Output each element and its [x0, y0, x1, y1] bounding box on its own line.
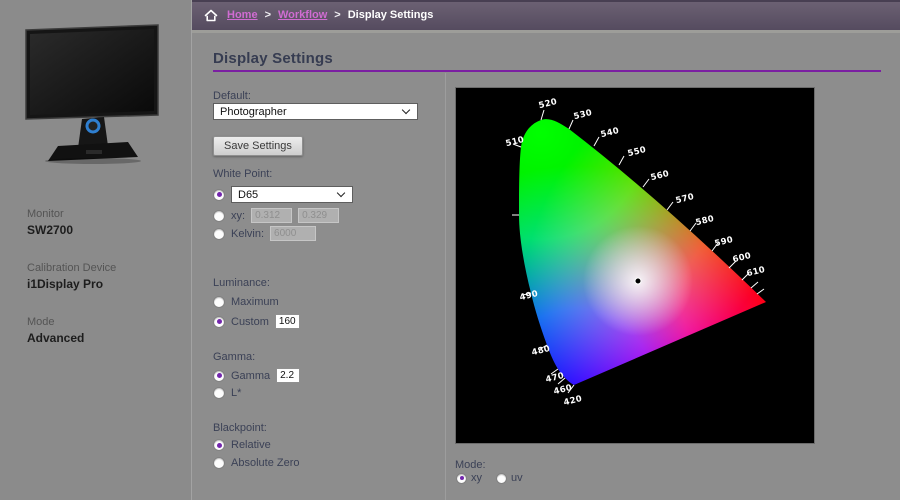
calibration-device-label: Calibration Device [27, 262, 117, 274]
gamma-label: Gamma: [213, 351, 256, 363]
gamma-value-radio[interactable] [213, 369, 225, 382]
luminance-custom-radio[interactable] [213, 315, 225, 328]
calibration-device-value: i1Display Pro [27, 277, 104, 291]
mode-xy-label: xy [471, 472, 482, 484]
monitor-label: Monitor [27, 208, 64, 220]
chevron-down-icon [401, 105, 411, 115]
xy-x-input[interactable] [251, 208, 293, 223]
gamma-lstar-label: L* [231, 387, 242, 399]
white-point-label: White Point: [213, 168, 273, 180]
white-point-marker [634, 277, 642, 285]
save-settings-button[interactable]: Save Settings [213, 136, 303, 156]
diagram-mode-options: xy uv [456, 472, 523, 484]
luminance-custom-input[interactable] [274, 314, 300, 329]
column-divider [445, 73, 446, 500]
luminance-label: Luminance: [213, 277, 270, 289]
blackpoint-absolute-radio[interactable] [213, 457, 225, 469]
kelvin-input[interactable] [270, 226, 317, 241]
white-point-selected-value: D65 [238, 188, 259, 201]
luminance-custom-label: Custom [231, 315, 269, 328]
breadcrumb-separator: > [334, 9, 341, 21]
calibration-app-window: Monitor SW2700 Calibration Device i1Disp… [0, 0, 900, 500]
blackpoint-absolute-label: Absolute Zero [231, 457, 300, 469]
sidebar-mode-info: Mode Advanced [27, 316, 84, 345]
white-point-kelvin-radio[interactable] [213, 227, 225, 240]
diagram-mode-label: Mode: [455, 459, 486, 471]
sidebar-monitor-info: Monitor SW2700 [27, 208, 73, 237]
breadcrumb-workflow-link[interactable]: Workflow [278, 9, 327, 21]
white-point-preset-select[interactable]: D65 [231, 186, 353, 203]
gamma-value-input[interactable] [276, 368, 301, 383]
blackpoint-relative-radio[interactable] [213, 439, 225, 451]
breadcrumb-current-page: Display Settings [347, 9, 434, 21]
mode-uv-label: uv [511, 472, 523, 484]
home-icon[interactable] [204, 9, 218, 22]
xy-label: xy: [231, 209, 246, 222]
gamma-option-label: Gamma [231, 369, 271, 382]
breadcrumb-separator: > [264, 9, 271, 21]
xy-y-input[interactable] [298, 208, 340, 223]
mode-xy-radio[interactable] [456, 472, 467, 484]
default-preset-select[interactable]: Photographer [213, 103, 418, 120]
monitor-illustration [25, 24, 159, 164]
page-title: Display Settings [213, 50, 333, 67]
luminance-maximum-radio[interactable] [213, 296, 225, 308]
default-preset-selected-value: Photographer [220, 105, 287, 118]
breadcrumb: Home > Workflow > Display Settings [192, 0, 900, 30]
sidebar: Monitor SW2700 Calibration Device i1Disp… [0, 0, 192, 500]
luminance-maximum-label: Maximum [231, 296, 279, 308]
kelvin-label: Kelvin: [231, 227, 265, 240]
title-underline [213, 70, 881, 72]
monitor-value: SW2700 [27, 223, 74, 237]
mode-label: Mode [27, 316, 55, 328]
default-label: Default: [213, 90, 251, 102]
gamma-lstar-radio[interactable] [213, 387, 225, 399]
white-point-xy-radio[interactable] [213, 209, 225, 222]
sidebar-device-info: Calibration Device i1Display Pro [27, 262, 116, 291]
white-point-preset-radio[interactable] [213, 188, 225, 201]
breadcrumb-home-link[interactable]: Home [227, 9, 258, 21]
chromaticity-diagram: 420 460 470 480 490 510 520 530 540 550 560 570 580 5… [455, 87, 815, 444]
blackpoint-label: Blackpoint: [213, 422, 267, 434]
mode-value: Advanced [27, 331, 85, 345]
chevron-down-icon [336, 188, 346, 198]
mode-uv-radio[interactable] [496, 472, 507, 484]
blackpoint-relative-label: Relative [231, 439, 271, 451]
